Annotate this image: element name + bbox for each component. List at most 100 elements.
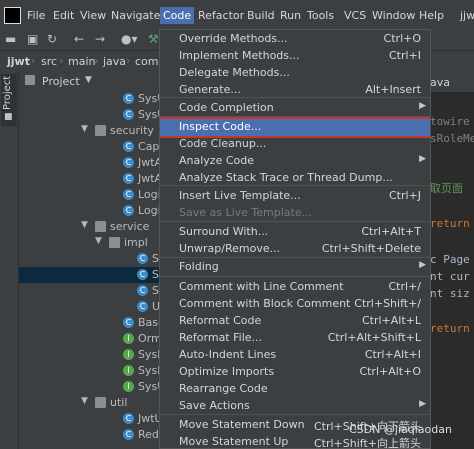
tree-item[interactable]: ▼ util bbox=[19, 395, 160, 411]
menu-view[interactable]: View bbox=[80, 9, 106, 22]
menu-refactor[interactable]: Refactor bbox=[198, 9, 244, 22]
menu-item-folding[interactable]: Folding ▶ bbox=[160, 259, 430, 276]
chevron-down-icon[interactable]: ▼ bbox=[85, 75, 92, 85]
tree-item[interactable]: CU bbox=[19, 299, 160, 315]
menu-item-analyze-code[interactable]: Analyze Code ▶ bbox=[160, 153, 430, 170]
code-editor[interactable]: ava towire sRoleMe 取页面 return c Page nt cur nt… bbox=[430, 72, 474, 449]
tree-item[interactable]: C JwtA bbox=[19, 171, 160, 187]
menu-item-label: Folding bbox=[179, 260, 219, 273]
menu-item-reformat-code[interactable]: Reformat Code Ctrl+Alt+L bbox=[160, 313, 430, 330]
crumb-java[interactable]: java bbox=[103, 55, 126, 68]
tree-item-label: JwtA bbox=[138, 172, 160, 185]
crumb-jjwt[interactable]: jjwt bbox=[7, 55, 30, 68]
expand-arrow-icon[interactable]: ▼ bbox=[81, 396, 88, 406]
menu-window[interactable]: Window bbox=[372, 9, 415, 22]
tree-item-label: JwtA bbox=[138, 156, 160, 169]
save-icon[interactable]: ▣ bbox=[27, 32, 38, 46]
editor-tab-label: ava bbox=[430, 76, 450, 89]
crumb-main[interactable]: main bbox=[68, 55, 95, 68]
menu-item-delegate-methods[interactable]: Delegate Methods... bbox=[160, 65, 430, 82]
editor-tab[interactable]: ava bbox=[430, 72, 474, 92]
tree-item[interactable]: ▼ security bbox=[19, 123, 160, 139]
crumb-src[interactable]: src bbox=[41, 55, 57, 68]
menu-run[interactable]: Run bbox=[280, 9, 301, 22]
menu-vcs[interactable]: VCS bbox=[344, 9, 366, 22]
menu-item-save-actions[interactable]: Save Actions ▶ bbox=[160, 398, 430, 415]
menu-item-shortcut: Ctrl+Shift+向上箭头 bbox=[313, 437, 421, 449]
menu-item-rearrange-code[interactable]: Rearrange Code bbox=[160, 381, 430, 398]
tree-item-label: S bbox=[152, 252, 159, 265]
menu-item-code-cleanup[interactable]: Code Cleanup... bbox=[160, 136, 430, 153]
project-tree: CSysUCSysU▼securityCCaptCJwtACJwtACLogiC… bbox=[19, 91, 160, 449]
build-hammer-icon[interactable]: ⚒ bbox=[148, 32, 159, 46]
tree-item[interactable]: C Base bbox=[19, 315, 160, 331]
menu-item-implement-methods[interactable]: Implement Methods... Ctrl+I bbox=[160, 48, 430, 65]
left-tool-strip: Project ■ bbox=[0, 72, 19, 449]
crumb-com[interactable]: com bbox=[135, 55, 159, 68]
menu-item-unwrap-remove[interactable]: Unwrap/Remove... Ctrl+Shift+Delete bbox=[160, 241, 430, 258]
menu-navigate[interactable]: Navigate bbox=[111, 9, 160, 22]
tree-item[interactable]: CS bbox=[19, 251, 160, 267]
menu-item-inspect-code[interactable]: Inspect Code... bbox=[160, 117, 430, 138]
tree-item[interactable]: ▼ service bbox=[19, 219, 160, 235]
menu-item-auto-indent-lines[interactable]: Auto-Indent Lines Ctrl+Alt+I bbox=[160, 347, 430, 364]
open-folder-icon[interactable]: ▬ bbox=[5, 32, 16, 46]
menu-item-comment-with-line-comment[interactable]: Comment with Line Comment Ctrl+/ bbox=[160, 279, 430, 296]
user-icon[interactable]: ●▾ bbox=[121, 32, 138, 46]
menu-item-insert-live-template[interactable]: Insert Live Template... Ctrl+J bbox=[160, 188, 430, 205]
menu-item-surround-with[interactable]: Surround With... Ctrl+Alt+T bbox=[160, 224, 430, 241]
sync-icon[interactable]: ↻ bbox=[47, 32, 57, 46]
menu-code[interactable]: Code bbox=[160, 7, 195, 24]
menu-item-comment-with-block-comment[interactable]: Comment with Block Comment Ctrl+Shift+/ bbox=[160, 296, 430, 313]
project-panel-header: Project ▼ bbox=[19, 72, 160, 92]
menu-item-move-statement-up[interactable]: Move Statement Up Ctrl+Shift+向上箭头 bbox=[160, 434, 430, 449]
tree-item[interactable]: C JwtA bbox=[19, 155, 160, 171]
tree-item[interactable]: ▼ impl bbox=[19, 235, 160, 251]
tree-item[interactable]: C Logi bbox=[19, 187, 160, 203]
menu-item-label: Analyze Code bbox=[179, 154, 255, 167]
tree-item[interactable]: I SysU bbox=[19, 379, 160, 395]
menu-tools[interactable]: Tools bbox=[307, 9, 334, 22]
code-line: return bbox=[430, 217, 470, 230]
forward-arrow-icon[interactable]: → bbox=[95, 32, 105, 46]
tree-item-label: SysU bbox=[138, 92, 160, 105]
menu-edit[interactable]: Edit bbox=[53, 9, 74, 22]
menu-item-optimize-imports[interactable]: Optimize Imports Ctrl+Alt+O bbox=[160, 364, 430, 381]
expand-arrow-icon[interactable]: ▼ bbox=[81, 220, 88, 230]
menu-item-label: Code Completion bbox=[179, 101, 274, 114]
tree-item[interactable]: CS bbox=[19, 283, 160, 299]
back-arrow-icon[interactable]: ← bbox=[74, 32, 84, 46]
tree-item-label: S bbox=[152, 284, 159, 297]
tree-item[interactable]: CS bbox=[19, 267, 160, 283]
menu-item-generate[interactable]: Generate... Alt+Insert bbox=[160, 82, 430, 99]
expand-arrow-icon[interactable]: ▼ bbox=[95, 236, 102, 246]
project-tool-tab-label: Project bbox=[2, 75, 13, 110]
menu-item-shortcut: Ctrl+Shift+Delete bbox=[321, 242, 421, 255]
menu-item-label: Move Statement Down bbox=[179, 418, 305, 431]
tree-item[interactable]: C SysU bbox=[19, 107, 160, 123]
menu-item-label: Auto-Indent Lines bbox=[179, 348, 277, 361]
menu-build[interactable]: Build bbox=[247, 9, 275, 22]
tree-item[interactable]: C SysU bbox=[19, 91, 160, 107]
menu-item-override-methods[interactable]: Override Methods... Ctrl+O bbox=[160, 31, 430, 48]
menu-item-code-completion[interactable]: Code Completion ▶ bbox=[160, 100, 430, 117]
tree-item[interactable]: I SysM bbox=[19, 347, 160, 363]
expand-arrow-icon[interactable]: ▼ bbox=[81, 124, 88, 134]
menu-item-reformat-file[interactable]: Reformat File... Ctrl+Alt+Shift+L bbox=[160, 330, 430, 347]
tree-item[interactable]: C Capt bbox=[19, 139, 160, 155]
menu-item-analyze-stack-trace-or-thread-dump[interactable]: Analyze Stack Trace or Thread Dump... bbox=[160, 170, 430, 187]
tree-item[interactable]: C Redi bbox=[19, 427, 160, 443]
menu-item-label: Delegate Methods... bbox=[179, 66, 290, 79]
submenu-arrow-icon: ▶ bbox=[419, 101, 426, 111]
menu-file[interactable]: File bbox=[27, 9, 45, 22]
tree-item[interactable]: C JwtU bbox=[19, 411, 160, 427]
menu-item-label: Implement Methods... bbox=[179, 49, 300, 62]
tree-item[interactable]: I Orm bbox=[19, 331, 160, 347]
tree-item[interactable]: I SysR bbox=[19, 363, 160, 379]
tree-item[interactable]: C Logi bbox=[19, 203, 160, 219]
menu-help[interactable]: Help bbox=[419, 9, 444, 22]
package-folder-icon bbox=[95, 397, 106, 408]
class-icon: C bbox=[123, 189, 134, 200]
code-line: sRoleMe bbox=[430, 132, 474, 145]
menu-item-shortcut: Ctrl+J bbox=[388, 189, 421, 202]
